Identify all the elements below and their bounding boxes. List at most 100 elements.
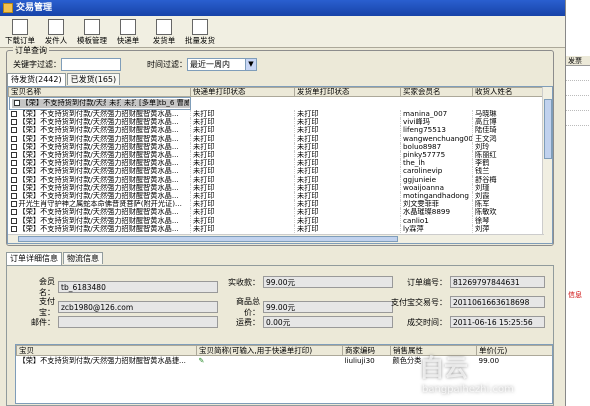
keyword-input[interactable] [61,58,121,71]
deal-time-value: 2011-06-16 15:25:56 [450,316,545,328]
row-checkbox[interactable] [10,192,17,199]
row-checkbox[interactable] [13,100,20,107]
table-cell: 未打印 [294,216,401,225]
table-row[interactable]: 【荣】不支持货到付款/天然强力招财醒智黄水晶... 未打印 未打印 the_lh 李鹤 [8,159,545,168]
table-row[interactable]: 【荣】不支持货到付款/天然强力招财醒智黄水晶... 未打印 未打印 woaijoann… [8,183,545,192]
table-row[interactable]: 【荣】不支持货到付款/天然强力招财醒智黄水晶... 未打印 未打印 水晶璀璨8899 陈… [8,208,545,217]
table-cell: ggjunieie [400,175,473,184]
col-item-name[interactable]: 宝贝名称 [8,87,191,97]
row-checkbox[interactable] [10,225,17,232]
row-checkbox[interactable] [10,127,17,134]
scroll-thumb[interactable] [18,236,398,242]
table-cell: 李鹤 [472,159,545,168]
table-row[interactable]: 【荣】不支持货到付款/天然强力招财醒智黄水晶... 未打印 未打印 boluo8987… [8,142,545,151]
order-query-legend: 订单查询 [13,45,49,56]
row-checkbox[interactable] [10,135,17,142]
row-checkbox[interactable] [10,184,17,191]
table-cell: 陈丽红 [472,150,545,160]
table-cell: 开光生肖守护神之属蛇本命佛普贤菩萨(附开光证)... [8,200,191,209]
table-row[interactable]: 【荣】不支持货到付款/天然强力招财醒智黄水晶... 未打印 未打印 ly霖萍 刘萍 [8,224,545,233]
table-cell: 未打印 [294,191,401,201]
sender-button[interactable]: 发件人 [40,19,72,47]
row-checkbox[interactable] [10,217,17,224]
table-row[interactable]: 开光生肖守护神之属蛇本命佛普贤菩萨(附开光证)... 未打印 未打印 刘文雯菲菲 陈军 [8,200,545,209]
row-checkbox[interactable] [10,143,17,150]
table-row[interactable]: 【荣】不支持货到付款/天然强力招财醒智黄水晶... 未打印 未打印 canlio1 徐琴 [8,216,545,225]
delivery-note-icon [156,19,172,35]
table-cell: 刘萍 [472,224,545,233]
table-row[interactable]: 【荣】不支持货到付款/天然强力招财醒智黄水晶... 未打印 未打印 pinky5777… [8,150,545,160]
table-cell: 【荣】不支持货到付款/天然强力招财醒智黄水晶... [8,183,191,192]
row-checkbox[interactable] [10,201,17,208]
row-checkbox[interactable] [10,152,17,159]
table-row[interactable]: 【荣】不支持货到付款/天然强力招财醒智黄水晶... 未打印 未打印 wangwench… [8,134,545,143]
invoice-header: 发票 [566,56,590,66]
download-orders-button[interactable]: 下载订单 [4,19,36,47]
table-cell: 未打印 [190,208,295,217]
grid-line [566,95,590,96]
table-cell: 【荣】不支持货到付款/天然强力招财醒智黄水晶... [8,150,191,160]
express-slip-button[interactable]: 快递单 [112,19,144,47]
table-row[interactable]: 【荣】不支持货到付款/天然强力招财醒智黄水晶... 未打印 未打印 motingand… [8,191,545,201]
table-row[interactable]: 【荣】不支持货到付款/天然强力招财醒智黄水晶... 未打印 未打印 lifeng755… [8,126,545,135]
total-field: 商品总价： 99.00元 [222,296,393,318]
tab-order-detail[interactable]: 订单详细信息 [6,252,62,265]
table-cell: manina_007 [400,110,473,119]
table-cell: 高丘博 [472,118,545,127]
row-checkbox[interactable] [10,111,17,118]
orders-horizontal-scrollbar[interactable] [8,234,544,243]
deal-time-field: 成交时间： 2011-06-16 15:25:56 [387,316,545,328]
item-short-input[interactable]: ✎ [197,356,343,367]
table-cell: 未打印 [190,134,295,143]
tab-logistics[interactable]: 物流信息 [63,252,103,264]
table-row[interactable]: 【荣】不支持货到付款/天然强力招财醒智黄水晶... 未打印 未打印 carolinev… [8,167,545,176]
table-cell: 舒谷梅 [472,175,545,184]
col-buyer[interactable]: 买家会员名 [400,87,473,97]
row-checkbox[interactable] [10,119,17,126]
template-manage-button[interactable]: 模板管理 [76,19,108,47]
table-row[interactable]: 【荣】不支持货到付款/天然强力招财醒智黄水晶... 未打印 未打印 ggjunieie… [8,175,545,184]
printer-icon [120,19,136,35]
table-row[interactable]: 【荣】不支持货到付款/天然强力招财醒智黄水晶...未打印未打印[多单]tb_61… [8,97,191,110]
table-row[interactable]: 【荣】不支持货到付款/天然强力招财醒智黄水晶... 未打印 未打印 vivi峰玛 高丘博 [8,118,545,127]
member-field: 会员名： tb_6183480 [27,276,218,298]
table-cell: 未打印 [294,159,401,168]
keyword-label: 关键字过滤： [13,60,61,69]
row-checkbox[interactable] [10,168,17,175]
background-window-panel: 发票 信息 [565,0,590,406]
batch-ship-button[interactable]: 批量发货 [184,19,216,47]
order-tabs: 待发货(2442) 已发货(165) [7,73,121,86]
col-receiver[interactable]: 收货人姓名 [472,87,545,97]
col-item-short[interactable]: 宝贝简称(可输入,用于快递单打印) [196,345,343,356]
table-cell: 未打印 [294,224,401,233]
row-checkbox[interactable] [10,209,17,216]
col-express-status[interactable]: 快递单打印状态 [190,87,295,97]
orders-vertical-scrollbar[interactable] [542,87,552,243]
table-cell: 陆佳琦 [472,126,545,135]
time-filter-select[interactable]: 最近一周内 ▼ [187,58,257,71]
row-checkbox[interactable] [10,176,17,183]
pencil-icon: ✎ [198,356,205,365]
col-item[interactable]: 宝贝 [16,345,197,356]
table-cell: 未打印 [190,126,295,135]
table-cell: 刘文雯菲菲 [400,200,473,209]
table-cell: 未打印 [190,183,295,192]
delivery-note-button[interactable]: 发货单 [148,19,180,47]
table-row[interactable]: 【荣】不支持货到付款/天然强力招财醒智黄水晶... 未打印 未打印 manina_00… [8,110,545,119]
table-cell: 未打印 [190,110,295,119]
row-checkbox[interactable] [10,160,17,167]
table-cell: 【荣】不支持货到付款/天然强力招财醒智黄水晶... [8,224,191,233]
tab-shipped[interactable]: 已发货(165) [66,73,121,85]
order-no-field: 订单编号： 81269797844631 [387,276,545,288]
col-merchant-code[interactable]: 商家编码 [342,345,391,356]
table-cell: 未打印 [190,142,295,151]
table-cell: 未打印 [190,224,295,233]
scroll-thumb[interactable] [544,99,552,159]
table-cell: canlio1 [400,216,473,225]
col-delivery-status[interactable]: 发货单打印状态 [294,87,401,97]
tab-pending[interactable]: 待发货(2442) [7,73,66,86]
table-cell: [多单]tb_6183480 [136,99,175,108]
table-cell: 陈军 [472,200,545,209]
trade-no-value: 2011061663618698 [450,296,545,308]
table-cell: 未打印 [294,142,401,151]
